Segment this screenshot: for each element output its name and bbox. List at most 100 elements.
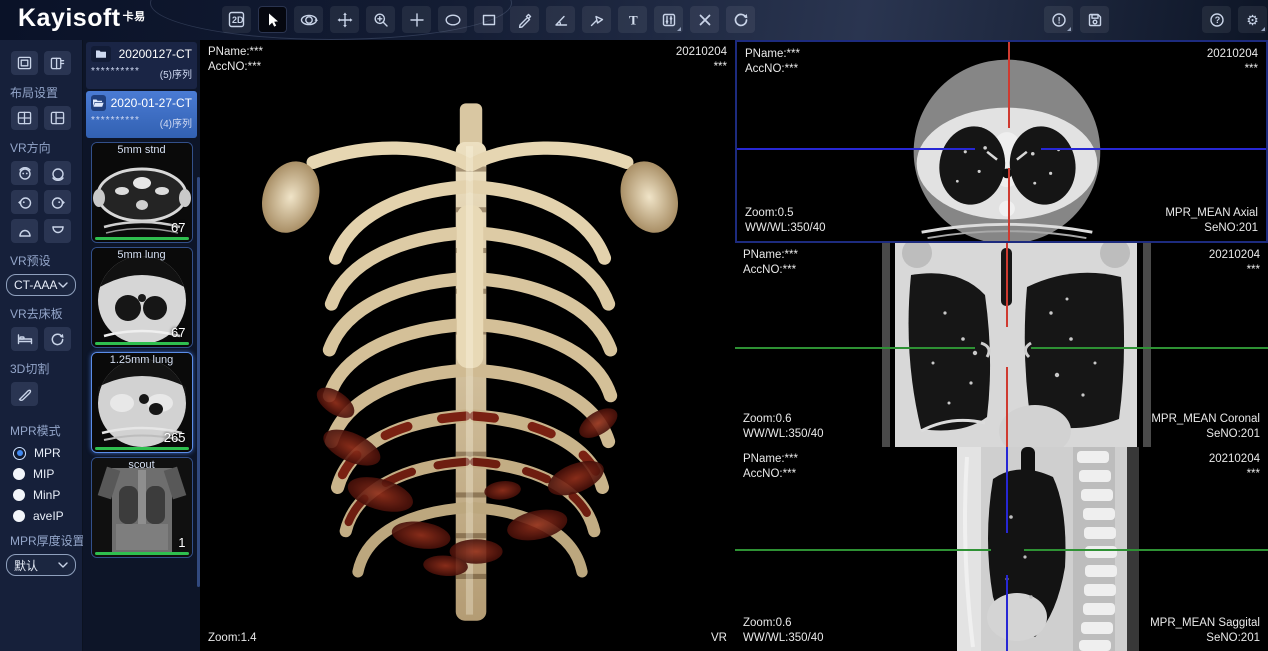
- mpr-thickness-label: MPR厚度设置: [0, 532, 82, 549]
- ellipse-roi-button[interactable]: [438, 6, 467, 33]
- window-level-icon: [661, 12, 677, 28]
- patient-name: PName:***: [208, 45, 263, 60]
- coronal-crosshair-horizontal-right[interactable]: [1031, 347, 1268, 349]
- sagittal-study-overlay: 20210204 ***: [1209, 452, 1260, 482]
- vr-preset-select[interactable]: CT-AAA: [6, 274, 76, 296]
- radio-label: aveIP: [33, 509, 64, 523]
- mpr-thickness-select[interactable]: 默认: [6, 554, 76, 576]
- toolbar-center-group: 2D: [222, 6, 755, 33]
- viewport-type: VR: [711, 631, 727, 646]
- axial-crosshair-vertical-top[interactable]: [1008, 42, 1010, 128]
- coronal-crosshair-horizontal-left[interactable]: [735, 347, 975, 349]
- 2d-view-icon: 2D: [228, 11, 245, 28]
- mpr-mode-radio-minp[interactable]: MinP: [0, 488, 82, 502]
- pan-button[interactable]: [330, 6, 359, 33]
- window-level-button[interactable]: [654, 6, 683, 33]
- radio-icon: [13, 510, 25, 522]
- thumbnail-image-count: 67: [171, 220, 185, 235]
- axial-study-overlay: 20210204 ***: [1207, 47, 1258, 77]
- vr-viewport[interactable]: PName:*** AccNO:*** 20210204 *** Zoom:1.…: [200, 40, 735, 651]
- help-button[interactable]: ?: [1202, 6, 1231, 33]
- reset-button[interactable]: [726, 6, 755, 33]
- series-thumbnail-4[interactable]: scout 1: [91, 457, 193, 558]
- window-level-value: WW/WL:350/40: [743, 631, 824, 646]
- axial-viewport[interactable]: PName:*** AccNO:*** 20210204 *** Zoom:0.…: [735, 40, 1268, 243]
- vr-dir-head-button[interactable]: [11, 219, 38, 243]
- zoom-factor: Zoom:0.5: [745, 206, 826, 221]
- app-window: Kayisoft卡易 2D: [0, 0, 1268, 651]
- vr-bed-label: VR去床板: [0, 305, 82, 322]
- rect-roi-button[interactable]: [474, 6, 503, 33]
- axial-crosshair-horizontal-right[interactable]: [1041, 148, 1266, 150]
- series-thumbnail-1[interactable]: 5mm stnd 67: [91, 142, 193, 243]
- vr-dir-left-button[interactable]: [11, 190, 38, 214]
- vr-dir-anterior-button[interactable]: [11, 161, 38, 185]
- remove-bed-button[interactable]: [11, 327, 38, 351]
- delete-annotation-button[interactable]: [690, 6, 719, 33]
- sagittal-crosshair-vertical-top[interactable]: [1006, 447, 1008, 533]
- mpr-mode-radio-mip[interactable]: MIP: [0, 467, 82, 481]
- vr-type-overlay: VR: [711, 631, 727, 646]
- coronal-crosshair-vertical-bottom[interactable]: [1006, 367, 1008, 447]
- axial-crosshair-horizontal-left[interactable]: [737, 148, 975, 150]
- settings-button[interactable]: ⚙: [1238, 6, 1267, 33]
- thumbnail-scout-image: [92, 458, 192, 557]
- coronal-crosshair-vertical-top[interactable]: [1006, 243, 1008, 327]
- mpr-mode-label: MPR模式: [0, 422, 82, 439]
- layout-custom-button[interactable]: [44, 51, 71, 75]
- study-item-2-selected[interactable]: 2020-01-27-CT ********** (4)序列: [86, 91, 197, 138]
- text-annotation-button[interactable]: T: [618, 6, 647, 33]
- layout-single-button[interactable]: [11, 51, 38, 75]
- sagittal-zoom-overlay: Zoom:0.6 WW/WL:350/40: [743, 616, 824, 646]
- vr-dir-right-button[interactable]: [44, 190, 71, 214]
- study-date: 20210204: [1209, 248, 1260, 263]
- radio-label: MIP: [33, 467, 54, 481]
- save-button[interactable]: [1080, 6, 1109, 33]
- vr-zoom-overlay: Zoom:1.4: [208, 631, 257, 646]
- thumbnail-label: 1.25mm lung: [92, 354, 192, 366]
- cut-3d-row: [0, 382, 82, 406]
- sagittal-viewport[interactable]: PName:*** AccNO:*** 20210204 *** Zoom:0.…: [735, 447, 1268, 651]
- arrow-annotation-button[interactable]: [582, 6, 611, 33]
- mpr-mode-radio-mpr[interactable]: MPR: [0, 446, 82, 460]
- series-name: MPR_MEAN Axial: [1165, 206, 1258, 221]
- study-date: 20210204: [1209, 452, 1260, 467]
- svg-text:!: !: [1057, 15, 1060, 25]
- layout-grid-2x2-button[interactable]: [11, 106, 38, 130]
- cursor-tool-button[interactable]: [258, 6, 287, 33]
- series-count: (5)序列: [160, 66, 192, 81]
- study-item-1[interactable]: 20200127-CT ********** (5)序列: [86, 42, 197, 89]
- text-tool-icon: T: [625, 12, 641, 28]
- chevron-down-icon: [58, 562, 68, 568]
- layout-1x2-icon: [50, 111, 65, 125]
- sagittal-crosshair-horizontal-left[interactable]: [735, 549, 991, 551]
- sagittal-crosshair-vertical-bottom[interactable]: [1006, 575, 1008, 651]
- coronal-patient-overlay: PName:*** AccNO:***: [743, 248, 798, 278]
- 2d-view-button[interactable]: 2D: [222, 6, 251, 33]
- coronal-viewport[interactable]: PName:*** AccNO:*** 20210204 *** Zoom:0.…: [735, 243, 1268, 447]
- layout-1x2-button[interactable]: [44, 106, 71, 130]
- series-thumbnail-2[interactable]: 5mm lung 67: [91, 247, 193, 348]
- head-left-icon: [17, 195, 33, 210]
- axial-crosshair-vertical-bottom[interactable]: [1008, 168, 1010, 241]
- mpr-mode-radio-aveip[interactable]: aveIP: [0, 509, 82, 523]
- reset-rotate-icon: [733, 12, 749, 28]
- locate-button[interactable]: [402, 6, 431, 33]
- bed-reset-button[interactable]: [44, 327, 71, 351]
- measure-angle-button[interactable]: [546, 6, 575, 33]
- vr-dir-posterior-button[interactable]: [44, 161, 71, 185]
- patient-masked: **********: [91, 115, 140, 130]
- scalpel-button[interactable]: [11, 382, 38, 406]
- rotate-3d-button[interactable]: [294, 6, 323, 33]
- sagittal-crosshair-horizontal-right[interactable]: [1024, 549, 1268, 551]
- radio-icon: [13, 468, 25, 480]
- measure-length-button[interactable]: [510, 6, 539, 33]
- series-number: SeNO:201: [1151, 427, 1260, 442]
- vr-dir-feet-button[interactable]: [44, 219, 71, 243]
- series-thumbnail-3-selected[interactable]: 1.25mm lung 265: [91, 352, 193, 453]
- zoom-button[interactable]: [366, 6, 395, 33]
- radio-selected-icon: [13, 447, 26, 460]
- series-number: SeNO:201: [1165, 221, 1258, 236]
- thumbnail-image-count: 265: [164, 430, 186, 445]
- report-button[interactable]: !: [1044, 6, 1073, 33]
